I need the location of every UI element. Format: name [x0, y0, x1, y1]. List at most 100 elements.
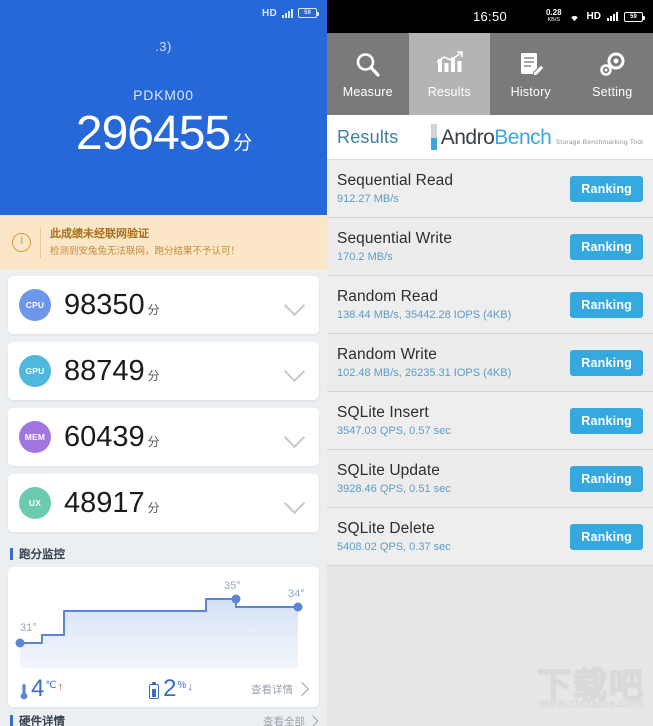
battery-delta-value: 2	[163, 675, 177, 702]
screenshot-root: HD 59 .3) PDKM00 296455 分 此成绩未经联网验证 检测到安兔…	[0, 0, 653, 726]
view-all-link[interactable]: 查看全部	[263, 714, 319, 726]
mem-score-unit: 分	[147, 434, 160, 449]
network-speed-indicator: 0.28 KB/S	[546, 9, 562, 24]
cpu-score-value: 98350	[64, 288, 145, 321]
svg-text:31°: 31°	[20, 622, 37, 634]
ranking-button[interactable]: Ranking	[570, 175, 643, 202]
battery-icon: 59	[298, 8, 319, 18]
ux-score-value: 48917	[64, 486, 145, 519]
warning-detail: 检测到安兔兔无法联网，跑分结果不予认可！	[50, 245, 241, 257]
mem-badge-icon: MEM	[19, 421, 51, 453]
androbench-panel: 16:50 0.28 KB/S HD 59 Measure Results Hi…	[327, 0, 653, 726]
wifi-icon	[570, 15, 578, 21]
left-status-bar: HD 59	[0, 0, 327, 26]
score-row-ux[interactable]: UX 48917 分	[8, 474, 319, 532]
battery-trend-icon: ↓	[187, 681, 193, 693]
ranking-button[interactable]: Ranking	[570, 407, 643, 434]
table-row[interactable]: Random Write 102.48 MB/s, 26235.31 IOPS …	[327, 334, 653, 392]
results-header: Results AndroBench Storage Benchmarking …	[327, 115, 653, 160]
chevron-down-icon[interactable]	[283, 294, 306, 316]
watermark-url: www.xiazaiba.com	[538, 698, 644, 711]
result-name: Random Read	[337, 288, 439, 305]
chevron-down-icon[interactable]	[283, 426, 306, 448]
table-row[interactable]: SQLite Delete 5408.02 QPS, 0.37 sec Rank…	[327, 508, 653, 566]
right-status-bar: 16:50 0.28 KB/S HD 59	[327, 0, 653, 33]
view-all-label: 查看全部	[263, 715, 305, 726]
network-warning-banner: 此成绩未经联网验证 检测到安兔兔无法联网，跑分结果不予认可！	[0, 215, 327, 270]
tab-results-label: Results	[427, 84, 471, 99]
result-value: 3928.46 QPS, 0.51 sec	[337, 483, 451, 495]
score-row-mem[interactable]: MEM 60439 分	[8, 408, 319, 466]
tab-measure[interactable]: Measure	[327, 33, 409, 115]
tab-bar: Measure Results History Setting	[327, 33, 653, 115]
result-name: SQLite Update	[337, 462, 440, 479]
tab-setting[interactable]: Setting	[572, 33, 653, 115]
table-row[interactable]: Sequential Read 912.27 MB/s Ranking	[327, 160, 653, 218]
signal-icon	[607, 12, 618, 21]
app-version: .3)	[155, 39, 172, 54]
chevron-down-icon[interactable]	[283, 492, 306, 514]
tab-history-label: History	[510, 84, 551, 99]
temperature-chart-card[interactable]: 31° 35° 34° 4 ℃ ↑ 2 % ↓ 查看详情	[8, 567, 319, 707]
result-name: Sequential Read	[337, 172, 454, 189]
logo-tagline: Storage Benchmarking Tool	[555, 138, 643, 146]
table-row[interactable]: Random Read 138.44 MB/s, 35442.28 IOPS (…	[327, 276, 653, 334]
chevron-right-icon	[307, 715, 319, 726]
tab-measure-label: Measure	[342, 84, 393, 99]
result-name: SQLite Delete	[337, 520, 435, 537]
result-value: 3547.03 QPS, 0.57 sec	[337, 425, 451, 437]
warning-title: 此成绩未经联网验证	[50, 227, 149, 240]
table-row[interactable]: SQLite Update 3928.46 QPS, 0.51 sec Rank…	[327, 450, 653, 508]
monitor-section-title: 跑分监控	[19, 549, 65, 561]
monitor-section-header: 跑分监控	[0, 540, 327, 567]
view-detail-link[interactable]: 查看详情	[251, 681, 310, 697]
ranking-button[interactable]: Ranking	[570, 349, 643, 376]
battery-icon	[149, 682, 160, 699]
gears-icon	[600, 52, 625, 76]
temperature-line-chart: 31° 35° 34°	[15, 580, 305, 668]
tab-history[interactable]: History	[490, 33, 572, 115]
table-row[interactable]: Sequential Write 170.2 MB/s Ranking	[327, 218, 653, 276]
result-name: Sequential Write	[337, 230, 453, 247]
section-accent-bar	[10, 715, 13, 726]
chevron-right-icon	[294, 681, 310, 697]
network-speed-value: 0.28	[545, 8, 562, 18]
logo-text-andro: Andro	[440, 125, 495, 149]
svg-text:35°: 35°	[224, 580, 241, 592]
table-row[interactable]: SQLite Insert 3547.03 QPS, 0.57 sec Rank…	[327, 392, 653, 450]
antutu-hero: HD 59 .3) PDKM00 296455 分	[0, 0, 327, 215]
battery-unit: %	[177, 680, 187, 691]
view-detail-label: 查看详情	[251, 683, 293, 696]
section-accent-bar	[10, 548, 13, 560]
temperature-delta-stat: 4 ℃ ↑	[20, 677, 63, 701]
androbench-logo: AndroBench Storage Benchmarking Tool	[430, 124, 643, 150]
divider	[40, 227, 41, 258]
result-value: 5408.02 QPS, 0.37 sec	[337, 541, 451, 553]
hd-indicator: HD	[261, 7, 277, 19]
logo-text-bench: Bench	[494, 125, 552, 149]
score-row-cpu[interactable]: CPU 98350 分	[8, 276, 319, 334]
chevron-down-icon[interactable]	[283, 360, 306, 382]
antutu-panel: HD 59 .3) PDKM00 296455 分 此成绩未经联网验证 检测到安兔…	[0, 0, 327, 726]
ranking-button[interactable]: Ranking	[570, 465, 643, 492]
page-title: Results	[337, 126, 399, 147]
logo-mark-icon	[430, 124, 437, 150]
monitor-stats: 4 ℃ ↑ 2 % ↓ 查看详情	[8, 677, 319, 701]
thermometer-icon	[20, 684, 28, 700]
watermark-text: 下载吧	[536, 667, 645, 705]
network-speed-unit: KB/S	[547, 17, 561, 24]
svg-text:34°: 34°	[288, 588, 305, 600]
temperature-delta-value: 4	[31, 675, 45, 702]
tab-setting-label: Setting	[592, 84, 633, 99]
ranking-button[interactable]: Ranking	[570, 291, 643, 318]
signal-icon	[282, 8, 293, 18]
total-score: 296455 分	[0, 106, 327, 161]
result-value: 912.27 MB/s	[337, 193, 399, 205]
tab-results[interactable]: Results	[408, 33, 490, 115]
score-row-gpu[interactable]: GPU 88749 分	[8, 342, 319, 400]
ranking-button[interactable]: Ranking	[570, 233, 643, 260]
ranking-button[interactable]: Ranking	[570, 523, 643, 550]
mem-score-value: 60439	[64, 420, 145, 453]
site-watermark: 下载吧 www.xiazaiba.com	[536, 667, 645, 711]
hardware-section-header: 硬件详情 查看全部	[0, 707, 327, 726]
